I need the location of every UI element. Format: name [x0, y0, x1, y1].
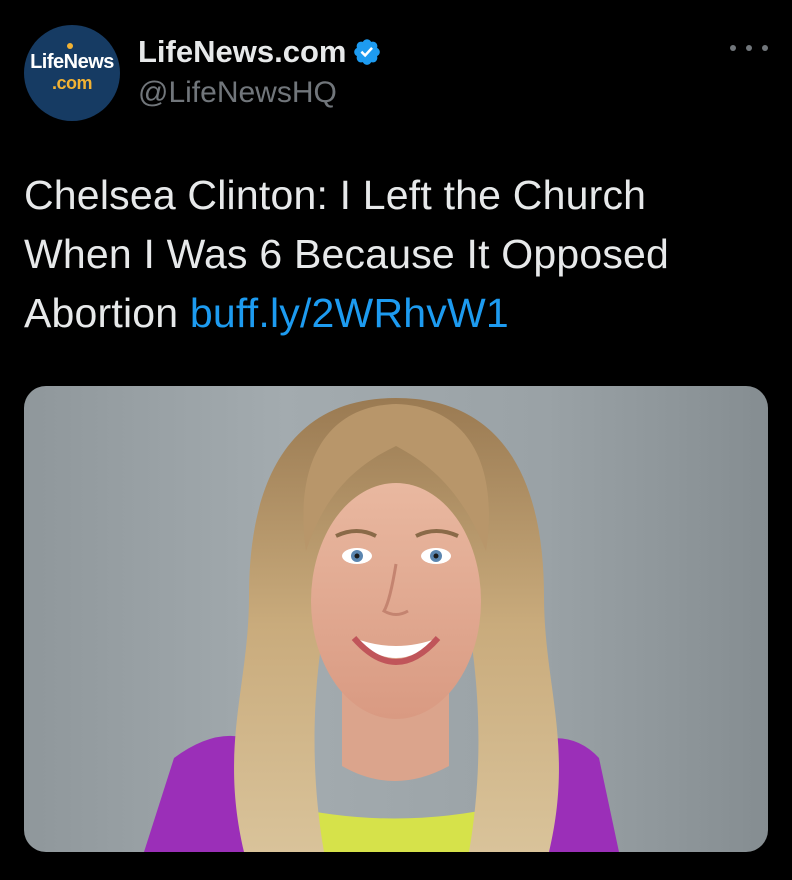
- tweet-photo[interactable]: [24, 386, 768, 852]
- avatar[interactable]: LifeNews .com: [24, 25, 120, 121]
- tweet-card[interactable]: LifeNews .com LifeNews.com @LifeNewsHQ C…: [0, 0, 792, 880]
- tweet-text: Chelsea Clinton: I Left the Church When …: [24, 166, 764, 343]
- display-name[interactable]: LifeNews.com: [138, 34, 346, 70]
- avatar-logo-suffix: .com: [51, 73, 93, 93]
- avatar-logo-dot: [67, 43, 73, 49]
- handle[interactable]: @LifeNewsHQ: [138, 76, 337, 110]
- tweet-link[interactable]: buff.ly/2WRhvW1: [190, 290, 509, 336]
- author-row: LifeNews.com: [138, 33, 382, 71]
- avatar-logo-text: LifeNews: [30, 51, 114, 73]
- verified-badge-icon: [352, 37, 382, 67]
- more-horizontal-icon[interactable]: [730, 38, 768, 58]
